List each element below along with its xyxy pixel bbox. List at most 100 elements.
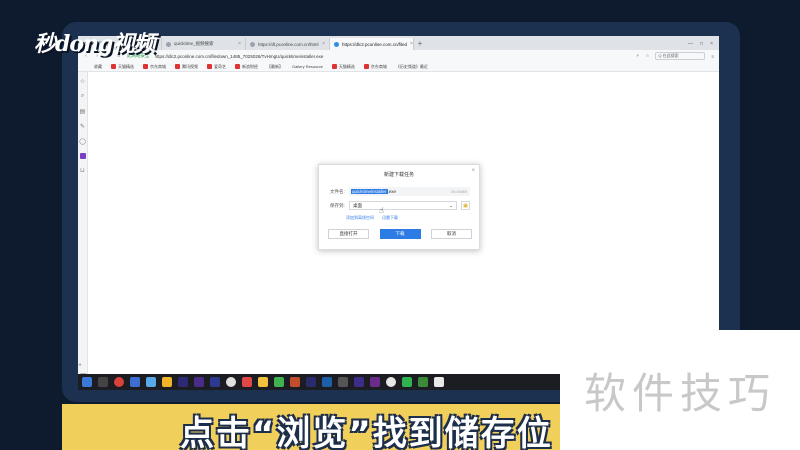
bookmarks-bar: 收藏 天猫精选 京东商城 腾讯视频 爱奇艺 新浪财经 【最新】 Gallery … bbox=[78, 62, 719, 72]
app-icon[interactable] bbox=[338, 377, 348, 387]
app-icon[interactable] bbox=[354, 377, 364, 387]
app-icon[interactable] bbox=[210, 377, 220, 387]
bookmark-item[interactable]: 天猫精选 bbox=[111, 64, 134, 70]
close-tab-icon[interactable]: × bbox=[154, 41, 157, 47]
bookmark-icon bbox=[175, 64, 180, 69]
maximize-icon[interactable]: □ bbox=[700, 41, 703, 47]
bookmark-item[interactable]: 【最新】 bbox=[267, 64, 283, 70]
taskview-icon[interactable] bbox=[98, 377, 108, 387]
app-icon[interactable] bbox=[242, 377, 252, 387]
caption-text: 点击“浏览”找到储存位 bbox=[180, 414, 553, 450]
app-icon[interactable] bbox=[194, 377, 204, 387]
bookmark-item[interactable]: 收藏 bbox=[94, 64, 102, 70]
savepath-label: 保存到: bbox=[330, 202, 345, 208]
savepath-select[interactable]: 桌面 ⌄ bbox=[349, 201, 457, 210]
start-icon[interactable] bbox=[82, 377, 92, 387]
browse-folder-button[interactable]: ▣ bbox=[461, 201, 470, 210]
minimize-icon[interactable]: — bbox=[688, 41, 693, 47]
search-icon[interactable]: ⌕ bbox=[81, 93, 84, 100]
tab-title: https://dlc2.pconline.com.cn/filed bbox=[342, 41, 408, 47]
download-button[interactable]: 下载 bbox=[379, 229, 421, 239]
tab-favicon-icon bbox=[250, 41, 255, 47]
tab-3[interactable]: https://dl.pconline.com.cn/html × bbox=[246, 38, 330, 50]
lightning-icon[interactable]: ⚡ bbox=[636, 53, 639, 59]
cancel-button[interactable]: 取消 bbox=[431, 229, 472, 239]
bookmark-item[interactable]: 天猫精选 bbox=[331, 64, 355, 70]
close-tab-icon[interactable]: × bbox=[238, 41, 241, 47]
filename-row: 文件名: quicktimeinstaller .exe 39.65MB bbox=[330, 187, 470, 196]
mouse-cursor-icon: ☝ bbox=[379, 206, 384, 215]
app-icon[interactable] bbox=[130, 377, 140, 387]
bookmark-icon bbox=[363, 64, 369, 69]
savepath-value: 桌面 bbox=[353, 202, 362, 208]
tab-title: https://dl.pconline.com.cn/html bbox=[258, 41, 319, 47]
folder-icon: ▣ bbox=[463, 202, 468, 209]
browser-icon[interactable] bbox=[146, 377, 156, 387]
close-icon[interactable]: × bbox=[471, 168, 475, 174]
app-icon[interactable] bbox=[114, 377, 124, 387]
bookmark-item[interactable]: 新浪财经 bbox=[235, 64, 258, 70]
thunder-download-link[interactable]: 迅雷下载 bbox=[382, 215, 398, 221]
open-directly-button[interactable]: 直接打开 bbox=[328, 229, 369, 239]
filename-extension: .exe bbox=[387, 189, 397, 194]
app-icon[interactable] bbox=[274, 377, 284, 387]
bookmark-item[interactable]: Gallery Resource bbox=[292, 64, 323, 69]
close-tab-icon[interactable]: × bbox=[322, 41, 325, 47]
app-icon[interactable] bbox=[370, 377, 380, 387]
star-icon[interactable]: ☆ bbox=[645, 53, 649, 59]
close-tab-icon[interactable]: × bbox=[410, 41, 413, 47]
dialog-links: 添加到离线空间 迅雷下载 bbox=[346, 215, 398, 221]
dialog-buttons: 直接打开 下载 取消 bbox=[328, 229, 472, 239]
tab-title: quicktime_视频搜索 bbox=[174, 41, 214, 46]
tab-4-active[interactable]: https://dlc2.pconline.com.cn/filed × bbox=[330, 38, 414, 50]
chat-icon[interactable]: ◯ bbox=[79, 138, 86, 145]
bookmark-icon bbox=[235, 64, 240, 69]
app-icon[interactable] bbox=[306, 377, 316, 387]
app-icon[interactable] bbox=[386, 377, 396, 387]
app-icon[interactable] bbox=[79, 153, 86, 159]
app-icon[interactable] bbox=[418, 377, 428, 387]
savepath-row: 保存到: 桌面 ⌄ ▣ bbox=[330, 201, 470, 210]
address-right-tools: ⚡ ☆ Q 在此搜索 ≡ bbox=[636, 52, 714, 60]
app-icon[interactable] bbox=[226, 377, 236, 387]
tab-favicon-icon bbox=[334, 41, 339, 47]
bookmark-item[interactable]: 腾讯视频 bbox=[175, 64, 198, 70]
filename-field[interactable]: quicktimeinstaller .exe 39.65MB bbox=[349, 187, 470, 196]
address-bar: ‹ › ↻ ⌂ 此网站安全 https://dlc2.pconline.com.… bbox=[78, 50, 719, 62]
bookmark-item[interactable]: 《历史频道》最近 bbox=[396, 64, 428, 70]
app-icon[interactable] bbox=[434, 377, 444, 387]
window-controls: — □ × bbox=[688, 38, 719, 50]
menu-icon[interactable]: ≡ bbox=[711, 54, 714, 59]
edit-icon[interactable]: ✎ bbox=[80, 123, 85, 130]
bookmark-item[interactable]: 京东商城 bbox=[143, 64, 166, 70]
bookmark-icon bbox=[331, 64, 337, 69]
wechat-icon[interactable] bbox=[402, 377, 412, 387]
filename-selected-text: quicktimeinstaller bbox=[351, 189, 388, 194]
bookmark-item[interactable]: 爱奇艺 bbox=[207, 64, 226, 70]
tab-2[interactable]: quicktime_视频搜索 × bbox=[162, 38, 246, 50]
dialog-title: 新建下载任务 bbox=[383, 172, 414, 178]
add-icon[interactable]: + bbox=[78, 363, 86, 369]
reader-icon[interactable]: ▤ bbox=[80, 108, 86, 115]
search-input[interactable]: Q 在此搜索 bbox=[655, 52, 706, 60]
star-icon[interactable]: ☆ bbox=[80, 78, 85, 85]
offline-space-link[interactable]: 添加到离线空间 bbox=[346, 215, 374, 221]
close-window-icon[interactable]: × bbox=[710, 41, 713, 47]
app-icon[interactable] bbox=[178, 377, 188, 387]
filename-label: 文件名: bbox=[330, 188, 345, 194]
brand-logo: 秒dong视频 bbox=[34, 31, 155, 57]
tab-favicon-icon bbox=[166, 41, 171, 47]
folder-icon[interactable] bbox=[162, 377, 172, 387]
side-toolbar: ☆ ⌕ ▤ ✎ ◯ ⊔ + ⌫ bbox=[78, 72, 88, 384]
chevron-down-icon: ⌄ bbox=[449, 202, 453, 208]
bookmark-item[interactable]: 京东商城 bbox=[363, 64, 387, 70]
app-icon[interactable] bbox=[322, 377, 332, 387]
url-field[interactable]: https://dlc2.pconline.com.cn/filedown_14… bbox=[155, 54, 455, 59]
download-dialog: 新建下载任务 × 文件名: quicktimeinstaller .exe 39… bbox=[318, 164, 480, 250]
new-tab-button[interactable]: + bbox=[414, 38, 426, 50]
search-label: Q 在此搜索 bbox=[658, 53, 679, 58]
app-icon[interactable] bbox=[258, 377, 268, 387]
app-icon[interactable] bbox=[290, 377, 300, 387]
bookmark-icon bbox=[207, 64, 212, 69]
cart-icon[interactable]: ⊔ bbox=[80, 167, 85, 174]
